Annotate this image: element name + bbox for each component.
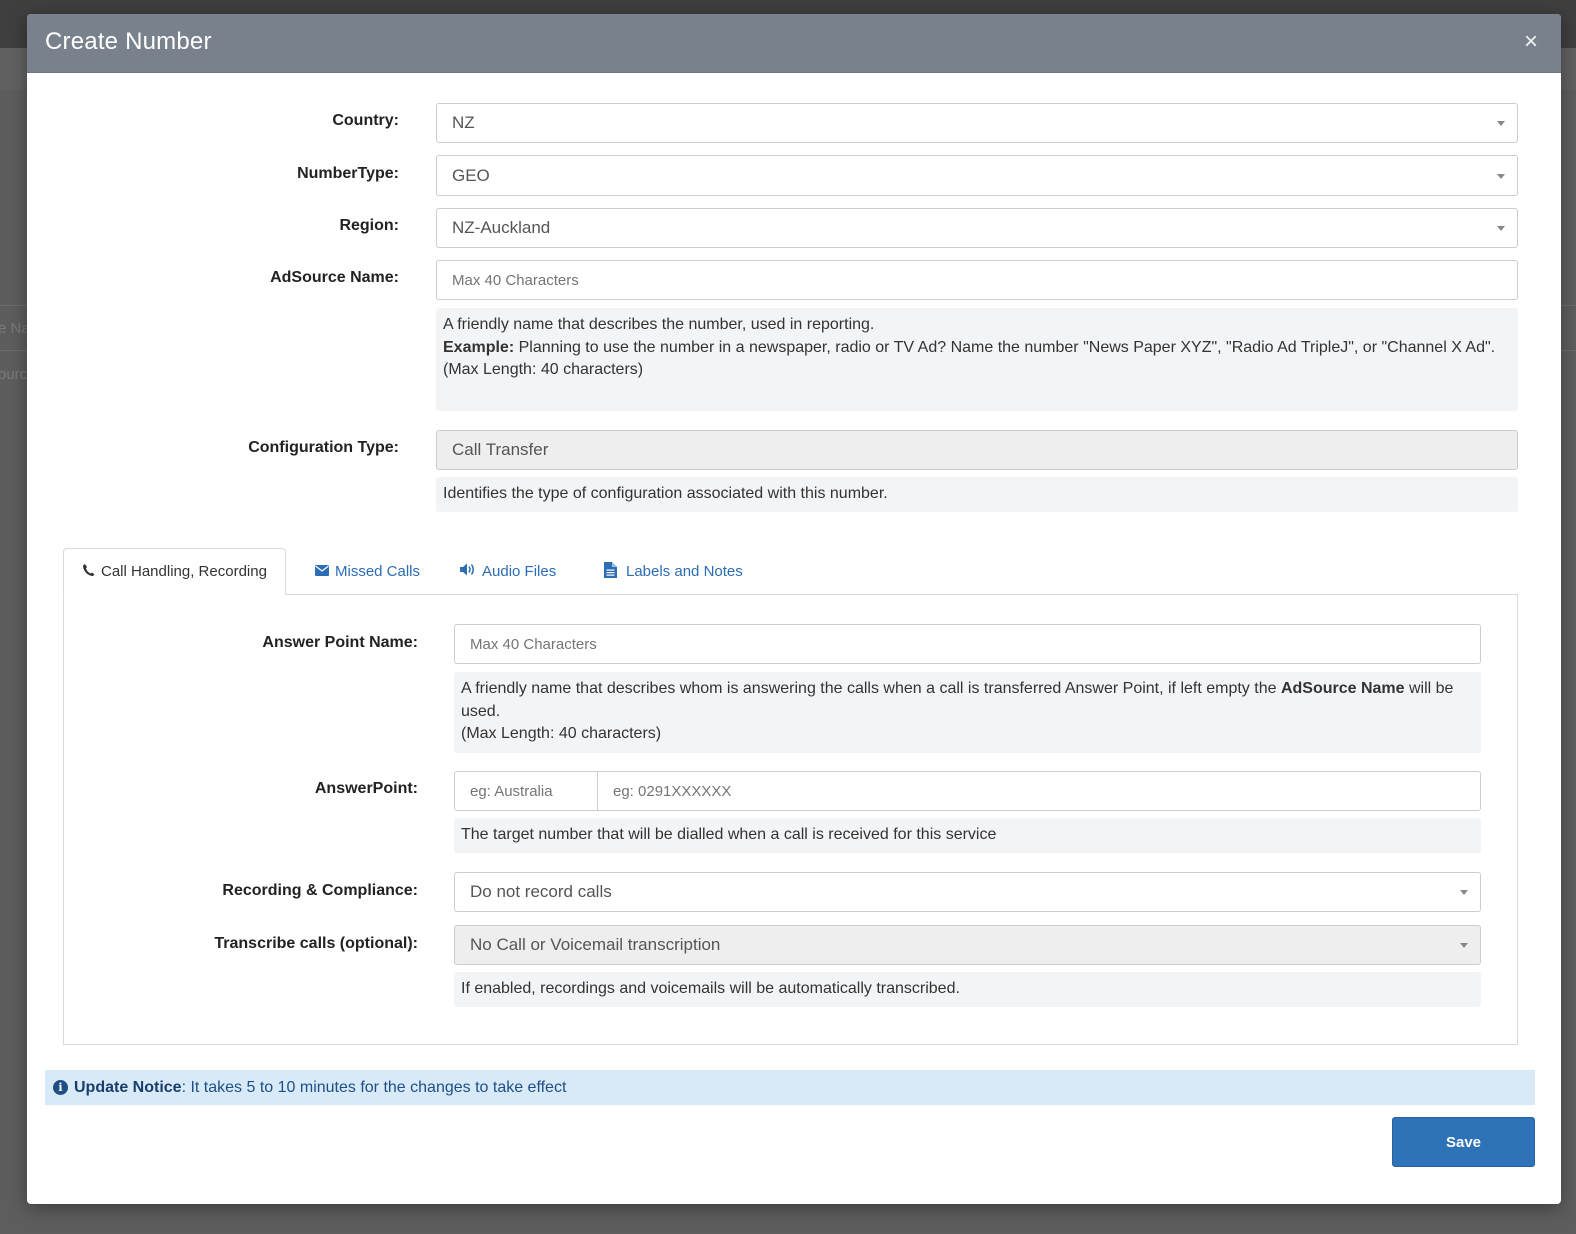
help-example: Example: Planning to use the number in a…: [443, 337, 1511, 360]
tab-label: Labels and Notes: [626, 563, 743, 580]
adsource-name-input[interactable]: [436, 260, 1518, 300]
help-text: A friendly name that describes the numbe…: [443, 316, 875, 333]
recording-label: Recording & Compliance:: [222, 882, 418, 899]
answer-point-name-input[interactable]: [454, 624, 1481, 664]
chevron-down-icon: [1460, 943, 1468, 948]
number-type-value: GEO: [452, 165, 490, 185]
phone-icon: [82, 563, 95, 581]
answer-point-name-help: A friendly name that describes whom is a…: [454, 672, 1481, 753]
tab-missed-calls[interactable]: Missed Calls: [315, 548, 420, 595]
transcribe-help: If enabled, recordings and voicemails wi…: [454, 972, 1481, 1007]
backdrop-text: ourc: [0, 366, 28, 383]
tab-call-handling[interactable]: Call Handling, Recording: [63, 548, 286, 595]
chevron-down-icon: [1460, 890, 1468, 895]
tab-labels-notes[interactable]: Labels and Notes: [604, 548, 743, 595]
notice-text: : It takes 5 to 10 minutes for the chang…: [181, 1078, 567, 1096]
help-text: A friendly name that describes whom is a…: [461, 678, 1474, 723]
tab-label: Call Handling, Recording: [101, 563, 267, 580]
answer-point-country-input[interactable]: [454, 771, 599, 811]
info-icon: i: [53, 1080, 68, 1095]
chevron-down-icon: [1497, 121, 1505, 126]
help-example-label: Example:: [443, 338, 515, 356]
recording-value: Do not record calls: [470, 882, 612, 901]
create-number-modal: Create Number × Country: NZ NumberType: …: [27, 14, 1561, 1204]
configuration-type-value: Call Transfer: [452, 440, 549, 459]
answer-point-help: The target number that will be dialled w…: [454, 818, 1481, 853]
help-text: (Max Length: 40 characters): [461, 725, 662, 742]
notice-title: Update Notice: [74, 1078, 182, 1096]
number-type-label: NumberType:: [297, 165, 399, 182]
transcribe-label: Transcribe calls (optional):: [214, 935, 418, 952]
adsource-name-help: A friendly name that describes the numbe…: [436, 308, 1518, 411]
recording-select[interactable]: Do not record calls: [454, 872, 1481, 912]
tab-audio-files[interactable]: Audio Files: [460, 548, 556, 595]
country-label: Country:: [332, 112, 399, 129]
file-text-icon: [604, 561, 617, 582]
adsource-name-label: AdSource Name:: [270, 269, 399, 286]
modal-title: Create Number: [45, 28, 212, 55]
close-icon[interactable]: ×: [1519, 29, 1543, 55]
answer-point-number-input[interactable]: [597, 771, 1481, 811]
region-select[interactable]: NZ-Auckland: [436, 208, 1518, 248]
configuration-type-help: Identifies the type of configuration ass…: [436, 477, 1518, 512]
modal-header: Create Number ×: [27, 14, 1561, 73]
transcribe-select[interactable]: No Call or Voicemail transcription: [454, 925, 1481, 965]
chevron-down-icon: [1497, 226, 1505, 231]
update-notice: i Update Notice: It takes 5 to 10 minute…: [45, 1070, 1535, 1105]
country-select[interactable]: NZ: [436, 103, 1518, 143]
save-button[interactable]: Save: [1392, 1117, 1535, 1167]
answer-point-name-label: Answer Point Name:: [262, 634, 418, 651]
answer-point-label: AnswerPoint:: [314, 780, 418, 797]
country-value: NZ: [452, 113, 475, 132]
help-example-text: Planning to use the number in a newspape…: [514, 338, 1496, 356]
backdrop-text: e Na: [0, 320, 30, 337]
help-text-part: A friendly name that describes whom is a…: [461, 680, 1281, 697]
volume-icon: [460, 563, 476, 580]
number-type-select[interactable]: GEO: [436, 155, 1518, 196]
region-label: Region:: [339, 217, 399, 234]
tab-label: Missed Calls: [335, 563, 421, 580]
envelope-icon: [315, 563, 329, 580]
tab-label: Audio Files: [482, 563, 557, 580]
transcribe-value: No Call or Voicemail transcription: [470, 935, 721, 954]
configuration-type-label: Configuration Type:: [248, 439, 399, 456]
chevron-down-icon: [1497, 173, 1505, 179]
region-value: NZ-Auckland: [452, 218, 551, 237]
help-text: (Max Length: 40 characters): [443, 361, 644, 378]
configuration-type-field: Call Transfer: [436, 430, 1518, 470]
help-bold: AdSource Name: [1280, 680, 1405, 697]
